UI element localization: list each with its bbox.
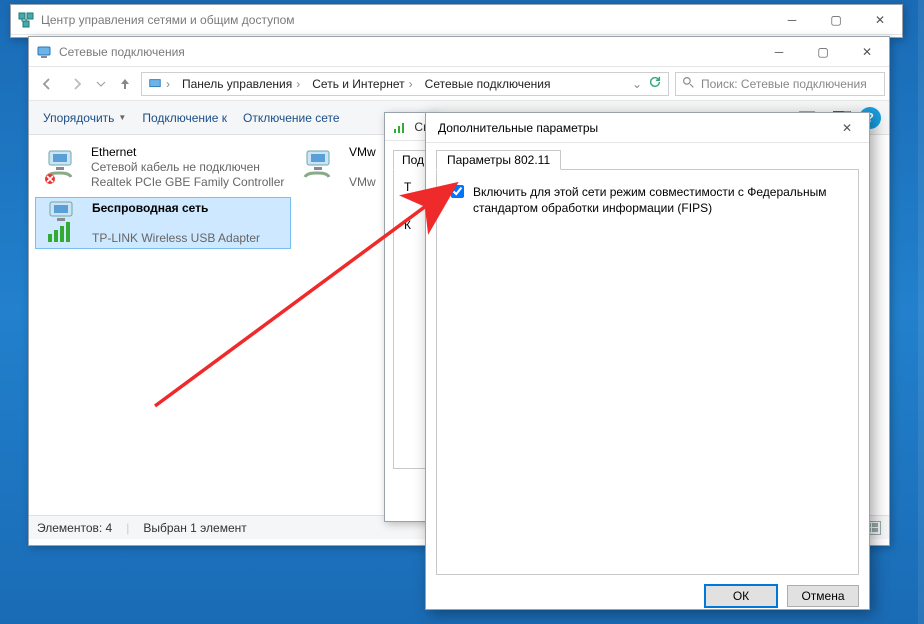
dialog-panel: Включить для этой сети режим совместимос… <box>436 169 859 575</box>
status-selected: Выбран 1 элемент <box>143 521 246 535</box>
minimize-button[interactable]: ─ <box>770 5 814 34</box>
close-button[interactable]: ✕ <box>858 5 902 34</box>
breadcrumb-mid[interactable]: Сеть и Интернет <box>312 77 404 91</box>
wifi-icon <box>42 201 86 245</box>
network-center-icon <box>17 11 35 29</box>
control-panel-icon <box>148 77 162 91</box>
breadcrumb[interactable]: › Панель управления› Сеть и Интернет› Се… <box>141 72 669 96</box>
ok-button[interactable]: ОК <box>705 585 777 607</box>
close-button[interactable]: ✕ <box>845 37 889 66</box>
search-box[interactable]: Поиск: Сетевые подключения <box>675 72 885 96</box>
network-connections-icon <box>35 43 53 61</box>
fips-checkbox[interactable] <box>451 185 464 198</box>
search-placeholder: Поиск: Сетевые подключения <box>701 77 867 91</box>
titlebar-network-connections[interactable]: Сетевые подключения ─ ▢ ✕ <box>29 37 889 67</box>
toolbar-organize[interactable]: Упорядочить▼ <box>37 109 132 127</box>
adapter-name: VMw <box>349 145 376 160</box>
ethernet-icon <box>299 144 343 190</box>
toolbar-disconnect[interactable]: Отключение сете <box>237 109 346 127</box>
ethernet-icon <box>41 144 85 190</box>
tab-80211[interactable]: Параметры 802.11 <box>436 150 561 170</box>
minimize-button[interactable]: ─ <box>757 37 801 66</box>
adapter-status <box>92 216 260 231</box>
window-title: Сетевые подключения <box>59 45 757 59</box>
adapter-name: Ethernet <box>91 145 284 160</box>
breadcrumb-dropdown-icon[interactable]: ⌄ <box>632 77 642 91</box>
dialog-advanced-parameters: Дополнительные параметры ✕ Параметры 802… <box>425 112 870 610</box>
adapter-vmware[interactable]: VMw VMw <box>293 141 388 193</box>
maximize-button[interactable]: ▢ <box>814 5 858 34</box>
back-button[interactable] <box>33 70 61 98</box>
search-icon <box>682 76 695 92</box>
recent-dropdown[interactable] <box>93 70 109 98</box>
forward-button[interactable] <box>63 70 91 98</box>
adapter-name: Беспроводная сеть <box>92 201 260 216</box>
breadcrumb-root[interactable]: Панель управления <box>182 77 292 91</box>
up-button[interactable] <box>111 70 139 98</box>
titlebar-dialog[interactable]: Дополнительные параметры ✕ <box>426 113 869 143</box>
close-button[interactable]: ✕ <box>825 113 869 142</box>
fips-checkbox-label: Включить для этой сети режим совместимос… <box>473 184 848 216</box>
properties-panel: Т К <box>393 169 428 469</box>
adapter-ethernet[interactable]: Ethernet Сетевой кабель не подключен Rea… <box>35 141 291 193</box>
cancel-button[interactable]: Отмена <box>787 585 859 607</box>
adapter-device: TP-LINK Wireless USB Adapter <box>92 231 260 246</box>
adapter-status: Сетевой кабель не подключен <box>91 160 284 175</box>
toolbar-connect[interactable]: Подключение к <box>136 109 233 127</box>
window-title: Центр управления сетями и общим доступом <box>41 13 770 27</box>
window-network-center: Центр управления сетями и общим доступом… <box>10 4 903 38</box>
adapter-wireless[interactable]: Беспроводная сеть TP-LINK Wireless USB A… <box>35 197 291 249</box>
adapter-status <box>349 160 376 175</box>
status-count: Элементов: 4 <box>37 521 112 535</box>
wifi-bars-icon <box>391 118 408 136</box>
refresh-icon[interactable] <box>648 75 662 92</box>
titlebar-network-center[interactable]: Центр управления сетями и общим доступом… <box>11 5 902 35</box>
maximize-button[interactable]: ▢ <box>801 37 845 66</box>
adapter-device: VMw <box>349 175 376 190</box>
fips-checkbox-row[interactable]: Включить для этой сети режим совместимос… <box>447 184 848 216</box>
navbar: › Панель управления› Сеть и Интернет› Се… <box>29 67 889 101</box>
adapter-device: Realtek PCIe GBE Family Controller <box>91 175 284 190</box>
breadcrumb-leaf[interactable]: Сетевые подключения <box>425 77 551 91</box>
dialog-title: Дополнительные параметры <box>432 121 825 135</box>
